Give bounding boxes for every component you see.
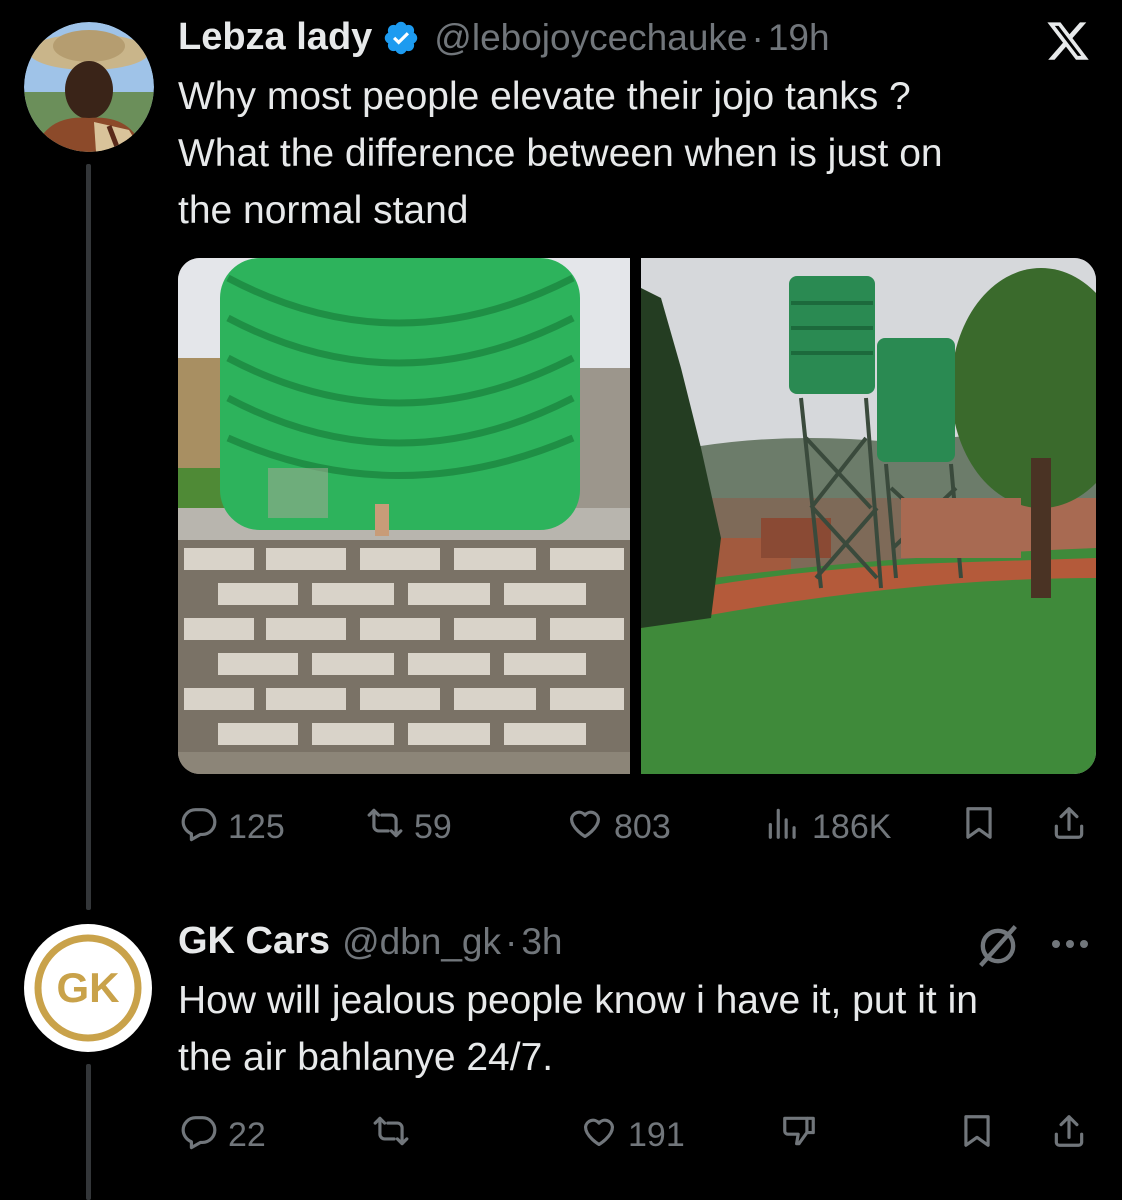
reply-text-line: How will jealous people know i have it, … — [178, 979, 978, 1022]
bookmark-icon — [958, 1112, 996, 1159]
repost-icon — [366, 804, 404, 851]
grok-icon[interactable] — [972, 920, 1024, 972]
reply-icon — [180, 1112, 218, 1159]
tweet-text-line: Why most people elevate their jojo tanks… — [178, 75, 911, 118]
reply-share-button[interactable] — [1050, 1112, 1088, 1159]
reply-count: 125 — [228, 808, 285, 846]
share-icon — [1050, 804, 1088, 851]
repost-icon — [372, 1112, 410, 1159]
reply-header: GK Cars @dbn_gk · 3h — [178, 920, 563, 963]
thread-line-top — [86, 164, 91, 910]
reply-author-handle[interactable]: @dbn_gk — [342, 921, 501, 963]
repost-button[interactable]: 59 — [366, 804, 452, 851]
like-count: 803 — [614, 808, 671, 846]
views-count: 186K — [812, 808, 892, 846]
thumbs-down-icon — [780, 1112, 818, 1159]
gk-logo-text: GK — [57, 964, 120, 1011]
views-button[interactable]: 186K — [764, 804, 891, 851]
separator-dot: · — [751, 16, 764, 58]
repost-count: 59 — [414, 808, 452, 846]
tank-on-brick-stand-image[interactable] — [178, 258, 630, 774]
avatar-lebza-lady[interactable] — [24, 22, 154, 152]
bookmark-button[interactable] — [960, 804, 998, 851]
views-chart-icon — [764, 804, 802, 851]
author-handle[interactable]: @lebojoycechauke — [434, 17, 747, 59]
reply-author-name[interactable]: GK Cars — [178, 920, 330, 963]
tweet-text-line: What the difference between when is just… — [178, 132, 943, 175]
bookmark-icon — [960, 804, 998, 851]
x-logo-icon[interactable] — [1044, 18, 1092, 64]
reply-icon — [180, 804, 218, 851]
like-button[interactable]: 803 — [566, 804, 671, 851]
tweet-text: Why most people elevate their jojo tanks… — [178, 68, 1078, 239]
more-options-icon[interactable] — [1046, 928, 1094, 960]
verified-badge-icon — [382, 19, 420, 57]
reply-repost-button[interactable] — [372, 1112, 410, 1159]
reply-button[interactable]: 125 — [180, 804, 285, 851]
tweet-media[interactable] — [178, 258, 1096, 774]
elevated-tanks-image[interactable] — [641, 258, 1096, 774]
reply-reply-count: 22 — [228, 1116, 266, 1154]
reply-bookmark-button[interactable] — [958, 1112, 996, 1159]
reply-like-button[interactable]: 191 — [580, 1112, 685, 1159]
reply-reply-button[interactable]: 22 — [180, 1112, 266, 1159]
heart-icon — [580, 1112, 618, 1159]
author-name[interactable]: Lebza lady — [178, 16, 372, 59]
tweet-text-line: the normal stand — [178, 189, 469, 232]
tweet-time[interactable]: 19h — [768, 17, 830, 59]
reply-text: How will jealous people know i have it, … — [178, 972, 1098, 1086]
thread-line-bottom — [86, 1064, 91, 1200]
heart-icon — [566, 804, 604, 851]
share-icon — [1050, 1112, 1088, 1159]
reply-text-line: the air bahlanye 24/7. — [178, 1036, 554, 1079]
share-button[interactable] — [1050, 804, 1088, 851]
tweet-header: Lebza lady @lebojoycechauke · 19h — [178, 16, 830, 59]
reply-dislike-button[interactable] — [780, 1112, 818, 1159]
reply-like-count: 191 — [628, 1116, 685, 1154]
reply-time[interactable]: 3h — [521, 921, 562, 963]
media-divider — [630, 258, 641, 774]
avatar-gk-cars[interactable]: GK — [24, 924, 152, 1052]
separator-dot: · — [505, 920, 518, 962]
